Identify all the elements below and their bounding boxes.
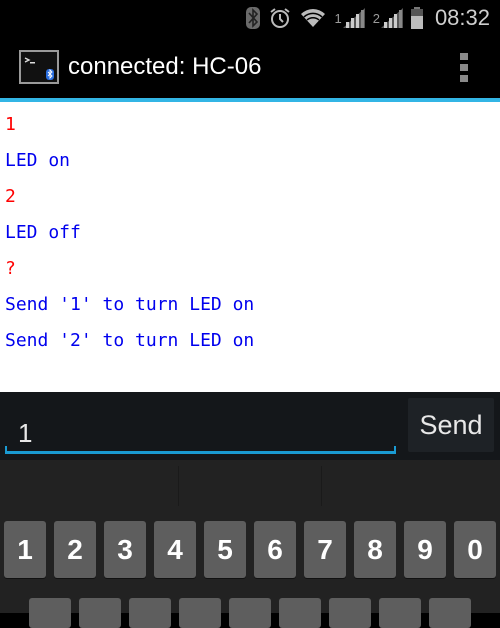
keyboard-key[interactable] <box>29 598 71 628</box>
send-button[interactable]: Send <box>408 398 494 452</box>
wifi-icon <box>300 8 326 28</box>
action-bar: connected: HC-06 <box>0 36 500 98</box>
terminal-line-sent: 1 <box>5 114 16 135</box>
sim1-label: 1 <box>334 10 342 26</box>
keyboard-key[interactable] <box>279 598 321 628</box>
message-input[interactable]: 1 <box>5 402 396 454</box>
battery-icon <box>410 7 423 29</box>
second-key-row <box>0 598 500 628</box>
keyboard-key[interactable] <box>379 598 421 628</box>
keyboard-key[interactable] <box>79 598 121 628</box>
clock: 08:32 <box>434 5 490 30</box>
key-7[interactable]: 7 <box>304 521 346 578</box>
page-title: connected: HC-06 <box>68 53 262 80</box>
suggestion-divider <box>321 466 322 506</box>
keyboard-key[interactable] <box>179 598 221 628</box>
key-6[interactable]: 6 <box>254 521 296 578</box>
terminal-bluetooth-icon[interactable] <box>19 50 59 84</box>
input-bar: 1 Send <box>0 392 500 460</box>
number-row: 1 2 3 4 5 6 7 8 9 0 <box>0 521 500 579</box>
alarm-icon <box>268 7 292 29</box>
soft-keyboard: 1 2 3 4 5 6 7 8 9 0 <box>0 460 500 628</box>
terminal-line-sent: 2 <box>5 186 16 207</box>
keyboard-key[interactable] <box>129 598 171 628</box>
terminal-output: 1 LED on 2 LED off ? Send '1' to turn LE… <box>0 102 500 392</box>
suggestion-strip <box>0 460 500 506</box>
key-1[interactable]: 1 <box>4 521 46 578</box>
input-underline-left-tick <box>5 446 7 454</box>
key-8[interactable]: 8 <box>354 521 396 578</box>
key-4[interactable]: 4 <box>154 521 196 578</box>
input-underline <box>5 451 396 454</box>
bluetooth-icon <box>246 7 261 29</box>
signal-sim2-icon: 2 <box>373 8 403 28</box>
key-0[interactable]: 0 <box>454 521 496 578</box>
keyboard-key[interactable] <box>329 598 371 628</box>
key-5[interactable]: 5 <box>204 521 246 578</box>
message-input-value[interactable]: 1 <box>18 418 32 449</box>
terminal-line-received: Send '2' to turn LED on <box>5 330 255 351</box>
terminal-line-sent: ? <box>5 258 16 279</box>
input-underline-right-tick <box>394 446 396 454</box>
terminal-line-received: LED on <box>5 150 71 171</box>
status-bar: 1 2 08:32 <box>0 0 500 36</box>
keyboard-key[interactable] <box>429 598 471 628</box>
signal-sim1-icon: 1 <box>334 8 365 28</box>
key-2[interactable]: 2 <box>54 521 96 578</box>
overflow-menu-icon[interactable] <box>460 53 468 82</box>
key-3[interactable]: 3 <box>104 521 146 578</box>
key-9[interactable]: 9 <box>404 521 446 578</box>
terminal-line-received: LED off <box>5 222 81 243</box>
keyboard-key[interactable] <box>229 598 271 628</box>
sim2-label: 2 <box>372 10 380 26</box>
terminal-line-received: Send '1' to turn LED on <box>5 294 255 315</box>
suggestion-divider <box>178 466 179 506</box>
